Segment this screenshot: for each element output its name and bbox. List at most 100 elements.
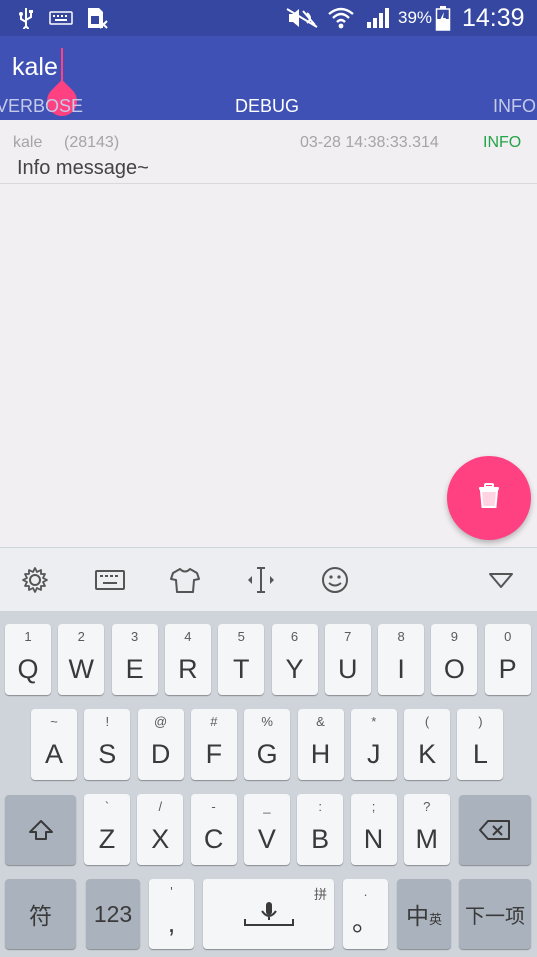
key-z[interactable]: ` Z bbox=[84, 794, 130, 865]
key-sub-label: ? bbox=[423, 799, 431, 814]
key-sub-label: ~ bbox=[50, 714, 58, 729]
key-label: C bbox=[203, 824, 224, 854]
language-key[interactable]: 中英 bbox=[397, 879, 451, 949]
key-label: Y bbox=[285, 654, 304, 684]
backspace-key[interactable] bbox=[459, 795, 531, 865]
key-p[interactable]: 0P bbox=[484, 624, 531, 695]
key-sub-label: 4 bbox=[184, 629, 192, 644]
key-label: U bbox=[338, 654, 358, 684]
key-sub-label: 7 bbox=[344, 629, 352, 644]
numbers-key[interactable]: 123 bbox=[86, 879, 140, 949]
keyboard-icon[interactable] bbox=[85, 548, 135, 612]
key-f[interactable]: # F bbox=[190, 709, 237, 780]
key-y[interactable]: 6Y bbox=[271, 624, 318, 695]
key-label: F bbox=[205, 739, 223, 769]
key-label: N bbox=[363, 824, 384, 854]
key-sub-label: @ bbox=[153, 714, 168, 729]
key-label: Q bbox=[17, 654, 39, 684]
key-m[interactable]: ? M bbox=[403, 794, 450, 865]
log-pid: (28143) bbox=[64, 134, 120, 151]
key-i[interactable]: 8I bbox=[378, 624, 425, 695]
gear-icon[interactable] bbox=[10, 548, 60, 612]
space-key[interactable]: 拼 bbox=[203, 879, 334, 949]
key-label: Z bbox=[98, 824, 116, 854]
key-h[interactable]: & H bbox=[297, 709, 344, 780]
key-s[interactable]: ! S bbox=[84, 709, 131, 780]
key-label: W bbox=[68, 654, 95, 684]
key-w[interactable]: 2W bbox=[58, 624, 105, 695]
key-l[interactable]: ) L bbox=[457, 709, 504, 780]
keyboard-toolbar bbox=[0, 547, 537, 612]
status-time: 14:39 bbox=[462, 4, 525, 32]
log-tag: kale bbox=[13, 134, 43, 151]
sim-icon bbox=[84, 0, 110, 36]
key-sub-label: 1 bbox=[24, 629, 32, 644]
log-entry[interactable]: kale (28143) 03-28 14:38:33.314 INFO Inf… bbox=[0, 120, 537, 184]
comma-key[interactable]: ' , bbox=[149, 879, 194, 949]
key-e[interactable]: 3E bbox=[111, 624, 158, 695]
key-label: A bbox=[44, 739, 63, 769]
clear-log-button[interactable] bbox=[447, 456, 531, 540]
search-input[interactable]: kale bbox=[12, 53, 58, 82]
tab-verbose[interactable]: VERBOSE bbox=[0, 96, 83, 117]
symbol-key[interactable]: 符 bbox=[5, 879, 76, 949]
key-sub-label: & bbox=[316, 714, 325, 729]
key-label: X bbox=[151, 824, 170, 854]
next-key[interactable]: 下一项 bbox=[459, 879, 531, 949]
comma-key-sub: ' bbox=[170, 884, 173, 899]
key-sub-label: ( bbox=[424, 714, 430, 729]
key-sub-label: 9 bbox=[450, 629, 458, 644]
key-n[interactable]: ; N bbox=[350, 794, 397, 865]
key-sub-label: _ bbox=[263, 799, 271, 814]
key-v[interactable]: _ V bbox=[243, 794, 290, 865]
app-bar: kale VERBOSE DEBUG INFO bbox=[0, 36, 537, 123]
key-label: D bbox=[150, 739, 171, 769]
status-bar: 39% 14:39 bbox=[0, 0, 537, 36]
signal-icon bbox=[364, 0, 392, 36]
key-q[interactable]: 1Q bbox=[5, 624, 51, 695]
tab-debug[interactable]: DEBUG bbox=[235, 96, 299, 117]
backspace-icon bbox=[459, 795, 531, 865]
key-k[interactable]: (K bbox=[404, 709, 451, 780]
shift-icon bbox=[5, 795, 76, 865]
key-label: V bbox=[257, 824, 276, 854]
key-a[interactable]: ~ A bbox=[31, 709, 77, 780]
key-label: T bbox=[232, 654, 250, 684]
key-x[interactable]: / X bbox=[137, 794, 184, 865]
key-sub-label: ` bbox=[104, 799, 110, 814]
key-u[interactable]: 7U bbox=[324, 624, 371, 695]
key-sub-label: 8 bbox=[397, 629, 405, 644]
key-label: I bbox=[397, 654, 405, 684]
language-key-label-group: 中英 bbox=[397, 879, 451, 949]
key-t[interactable]: 5T bbox=[218, 624, 265, 695]
shirt-icon[interactable] bbox=[160, 548, 210, 612]
key-sub-label: - bbox=[211, 799, 216, 814]
key-c[interactable]: -C bbox=[190, 794, 237, 865]
collapse-icon[interactable] bbox=[476, 548, 526, 612]
wifi-icon bbox=[326, 0, 356, 36]
key-d[interactable]: @ D bbox=[137, 709, 184, 780]
key-label: J bbox=[367, 739, 381, 769]
key-sub-label: 2 bbox=[77, 629, 85, 644]
key-b[interactable]: :B bbox=[297, 794, 344, 865]
battery-icon bbox=[432, 0, 454, 36]
key-sub-label: ! bbox=[105, 714, 110, 729]
key-label: H bbox=[310, 739, 331, 769]
key-g[interactable]: % G bbox=[244, 709, 291, 780]
key-sub-label: * bbox=[371, 714, 377, 729]
cursor-move-icon[interactable] bbox=[236, 548, 286, 612]
language-key-sub: 英 bbox=[428, 911, 442, 927]
key-label: S bbox=[98, 739, 117, 769]
key-r[interactable]: 4R bbox=[164, 624, 211, 695]
period-key[interactable]: . 。 bbox=[343, 879, 388, 949]
key-j[interactable]: * J bbox=[350, 709, 397, 780]
key-o[interactable]: 9O bbox=[431, 624, 478, 695]
key-label: P bbox=[498, 654, 517, 684]
symbol-key-label: 符 bbox=[29, 903, 52, 929]
tab-info[interactable]: INFO bbox=[493, 96, 536, 117]
shift-key[interactable] bbox=[5, 795, 76, 865]
soft-keyboard: 1Q2W3E4R5T6Y7U8I9O0P ~ A! S @ D # F% G & H * J(K) L … bbox=[0, 611, 537, 957]
emoji-icon[interactable] bbox=[310, 548, 360, 612]
key-sub-label: 3 bbox=[130, 629, 139, 644]
key-sub-label: 6 bbox=[290, 629, 299, 644]
